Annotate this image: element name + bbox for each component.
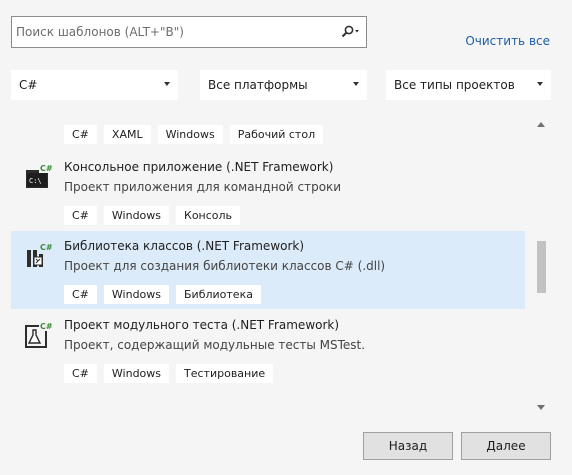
template-search-input[interactable] (12, 18, 336, 46)
platform-filter-value: Все платформы (208, 78, 308, 92)
tag: Windows (157, 125, 223, 144)
scroll-up-arrow-icon[interactable] (537, 122, 545, 127)
tag: C# (64, 125, 97, 144)
template-item-unit-test[interactable]: C# Проект модульного теста (.NET Framewo… (11, 310, 525, 388)
project-type-filter-dropdown[interactable]: Все типы проектов (386, 70, 551, 100)
csharp-badge: C# (40, 322, 53, 331)
template-description: Проект для создания библиотеки классов C… (64, 259, 386, 273)
template-tags: C# Windows Консоль (64, 206, 241, 225)
tag: Консоль (176, 206, 241, 225)
chevron-down-icon (164, 82, 170, 86)
template-list[interactable]: C# XAML Windows Рабочий стол C:\ C# Конс… (11, 117, 551, 415)
chevron-down-icon (353, 82, 359, 86)
tag: XAML (103, 125, 151, 144)
tag: C# (64, 206, 97, 225)
search-icon (341, 25, 359, 38)
next-button[interactable]: Далее (461, 432, 551, 460)
console-app-icon: C:\ C# (26, 163, 53, 188)
platform-filter-dropdown[interactable]: Все платформы (200, 70, 367, 100)
tag: Windows (103, 364, 170, 383)
template-title: Библиотека классов (.NET Framework) (64, 239, 305, 253)
class-library-icon: C# (27, 242, 53, 267)
tag: Библиотека (176, 285, 261, 304)
chevron-down-icon (537, 82, 543, 86)
tag: C# (64, 285, 97, 304)
search-button[interactable] (336, 17, 366, 47)
unit-test-icon: C# (25, 321, 53, 348)
template-tags: C# Windows Библиотека (64, 285, 261, 304)
list-scrollbar[interactable] (533, 117, 549, 415)
csharp-badge: C# (40, 164, 53, 173)
project-type-filter-value: Все типы проектов (394, 78, 515, 92)
back-button[interactable]: Назад (363, 432, 453, 460)
template-item-console-app[interactable]: C:\ C# Консольное приложение (.NET Frame… (11, 152, 525, 230)
csharp-badge: C# (40, 243, 53, 252)
tag: Windows (103, 285, 170, 304)
template-title: Консольное приложение (.NET Framework) (64, 160, 334, 174)
tag: Windows (103, 206, 170, 225)
template-item-class-library[interactable]: C# Библиотека классов (.NET Framework) П… (11, 231, 525, 309)
tag: Рабочий стол (229, 125, 324, 144)
language-filter-dropdown[interactable]: C# (11, 70, 178, 100)
template-search-box[interactable] (11, 16, 367, 48)
template-description: Проект приложения для командной строки (64, 180, 342, 194)
svg-text:C:\: C:\ (29, 177, 42, 185)
scroll-down-arrow-icon[interactable] (537, 405, 545, 410)
template-title: Проект модульного теста (.NET Framework) (64, 318, 340, 332)
clear-all-link[interactable]: Очистить все (465, 34, 550, 48)
tag: Тестирование (176, 364, 274, 383)
scrollbar-thumb[interactable] (537, 241, 546, 293)
language-filter-value: C# (19, 78, 38, 92)
partial-item-tags: C# XAML Windows Рабочий стол (64, 125, 324, 144)
template-tags: C# Windows Тестирование (64, 364, 274, 383)
tag: C# (64, 364, 97, 383)
template-description: Проект, содержащий модульные тесты MSTes… (64, 338, 366, 352)
